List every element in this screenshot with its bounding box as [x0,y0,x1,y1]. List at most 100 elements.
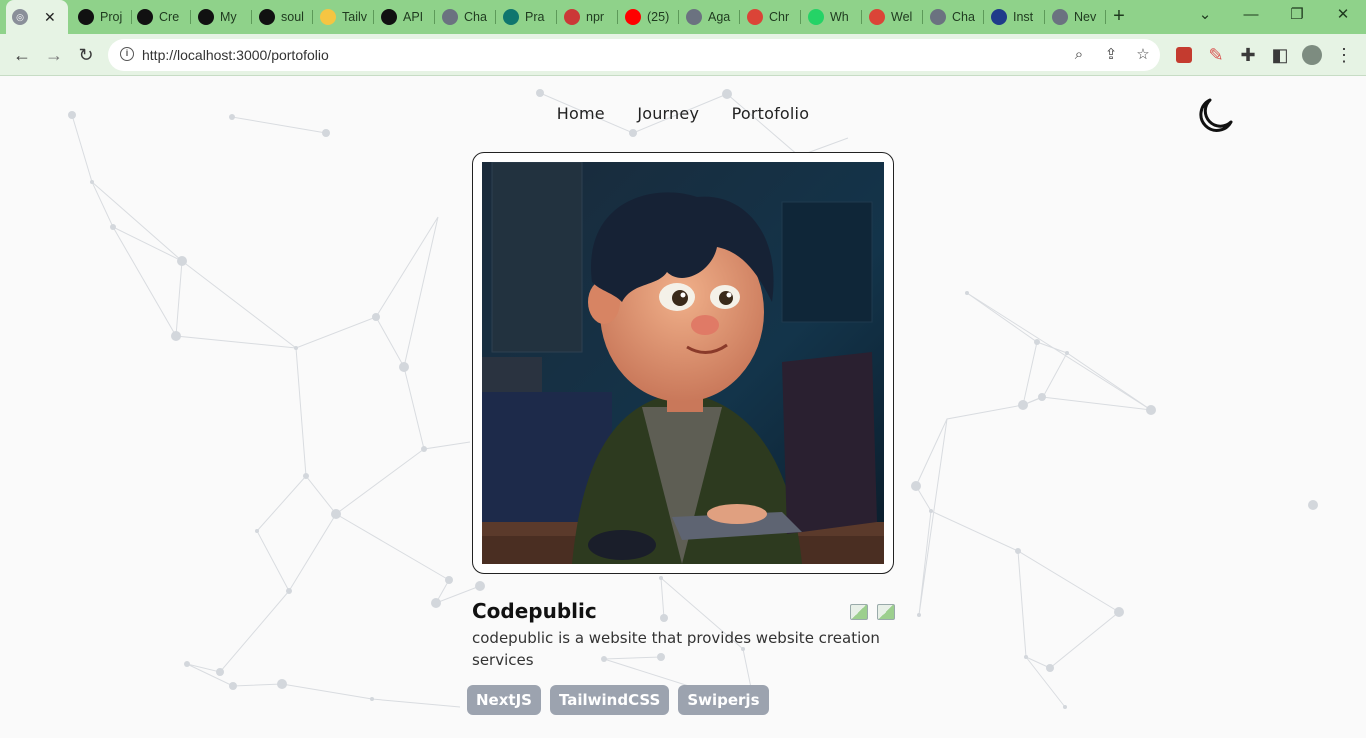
browser-tab[interactable]: Chr [741,4,801,30]
globe-icon [1052,9,1068,25]
npm-icon [564,9,580,25]
browser-tab[interactable]: Aga [680,4,740,30]
tab-strip: ◎ ✕ Proj Cre My soul Tailv API Cha Pra npr (25) Ag… [0,0,1366,34]
forward-icon[interactable]: → [42,43,66,67]
page-content: Home Journey Portofolio Codepublic codep… [0,77,1366,738]
browser-tab[interactable]: Cha [436,4,496,30]
tag-swiperjs: Swiperjs [678,685,769,715]
project-illustration [482,162,884,564]
color-picker-icon[interactable]: ✎ [1204,43,1228,67]
tab-separator [373,10,374,24]
tab-separator [495,10,496,24]
browser-tab[interactable]: Inst [985,4,1045,30]
tab-separator [983,10,984,24]
bookmark-star-icon[interactable]: ☆ [1134,46,1152,64]
triangle-icon [198,9,214,25]
browser-tab[interactable]: Wh [802,4,862,30]
main-nav: Home Journey Portofolio [0,104,1366,124]
github-icon [259,9,275,25]
tab-separator [556,10,557,24]
share-icon[interactable]: ⇪ [1102,46,1120,64]
menu-kebab-icon[interactable]: ⋮ [1332,43,1356,67]
tab-label: Aga [708,10,731,24]
browser-toolbar: ← → ↻ i http://localhost:3000/portofolio… [0,34,1366,76]
chrome-store-icon [747,9,763,25]
openai-icon [442,9,458,25]
openai-icon [930,9,946,25]
browser-tab[interactable]: npr [558,4,618,30]
tab-separator [312,10,313,24]
restore-button[interactable]: ❐ [1282,4,1312,26]
globe-icon [686,9,702,25]
tab-separator [251,10,252,24]
tech-tags: NextJS TailwindCSS Swiperjs [467,685,769,715]
nextjs-icon [381,9,397,25]
tab-label: My [220,10,237,24]
browser-tab[interactable]: Wel [863,4,923,30]
browser-tab[interactable]: Nev [1046,4,1106,30]
browser-tab[interactable]: My [192,4,252,30]
tab-separator [800,10,801,24]
browser-tab[interactable]: API [375,4,435,30]
project-links [850,604,895,620]
tab-label: npr [586,10,605,24]
site-info-icon[interactable]: i [120,47,134,61]
side-panel-icon[interactable]: ◧ [1268,43,1292,67]
vercel-icon [78,9,94,25]
browser-tab[interactable]: Cre [131,4,191,30]
address-bar[interactable]: i http://localhost:3000/portofolio ⌕ ⇪ ☆ [108,39,1160,71]
browser-tab[interactable]: (25) [619,4,679,30]
tab-label: Cha [952,10,975,24]
browser-tab[interactable]: Pra [497,4,557,30]
project-card-frame [472,152,894,574]
globe-icon: ◎ [12,9,28,25]
new-tab-button[interactable]: + [1108,5,1130,27]
dark-mode-toggle-moon-icon[interactable] [1194,95,1236,137]
tab-label: Tailv [342,10,368,24]
tab-label: Cre [159,10,180,24]
tab-label: Wel [891,10,913,24]
close-icon[interactable]: ✕ [44,9,56,26]
tab-separator [922,10,923,24]
nav-link-journey[interactable]: Journey [637,104,699,123]
nav-link-home[interactable]: Home [557,104,605,123]
tab-label: Pra [525,10,545,24]
tab-label: API [403,10,424,24]
profile-avatar[interactable] [1300,43,1324,67]
close-window-button[interactable]: ✕ [1328,4,1358,26]
tab-separator [190,10,191,24]
browser-tab[interactable]: Cha [924,4,984,30]
tag-nextjs: NextJS [467,685,541,715]
tab-label: Cha [464,10,487,24]
nav-link-portofolio[interactable]: Portofolio [732,104,810,123]
whatsapp-icon [808,9,824,25]
tab-label: soul [281,10,304,24]
tab-label: Wh [830,10,849,24]
tab-separator [678,10,679,24]
tab-separator [1044,10,1045,24]
extensions-puzzle-icon[interactable]: ✚ [1236,43,1260,67]
zoom-icon[interactable]: ⌕ [1070,46,1088,64]
tab-search-icon[interactable]: ⌄ [1190,4,1220,26]
face-icon [503,9,519,25]
browser-tab[interactable]: Tailv [314,4,374,30]
reload-icon[interactable]: ↻ [74,43,98,67]
bulb-icon [320,9,336,25]
project-title: Codepublic [472,599,597,623]
tab-label: Proj [100,10,123,24]
chrome-store-icon [869,9,885,25]
github-link-icon[interactable] [850,604,868,620]
project-image[interactable] [482,162,884,564]
browser-tab[interactable]: Proj [72,4,132,30]
live-demo-link-icon[interactable] [877,604,895,620]
back-icon[interactable]: ← [10,43,34,67]
browser-tab[interactable]: soul [253,4,313,30]
url-text[interactable]: http://localhost:3000/portofolio [142,47,329,63]
youtube-icon [625,9,641,25]
extension-red-icon[interactable] [1172,43,1196,67]
tab-separator [434,10,435,24]
tab-separator [739,10,740,24]
minimize-button[interactable]: — [1236,4,1266,26]
tab-active[interactable]: ◎ ✕ [6,0,68,34]
tab-label: Inst [1013,10,1034,24]
